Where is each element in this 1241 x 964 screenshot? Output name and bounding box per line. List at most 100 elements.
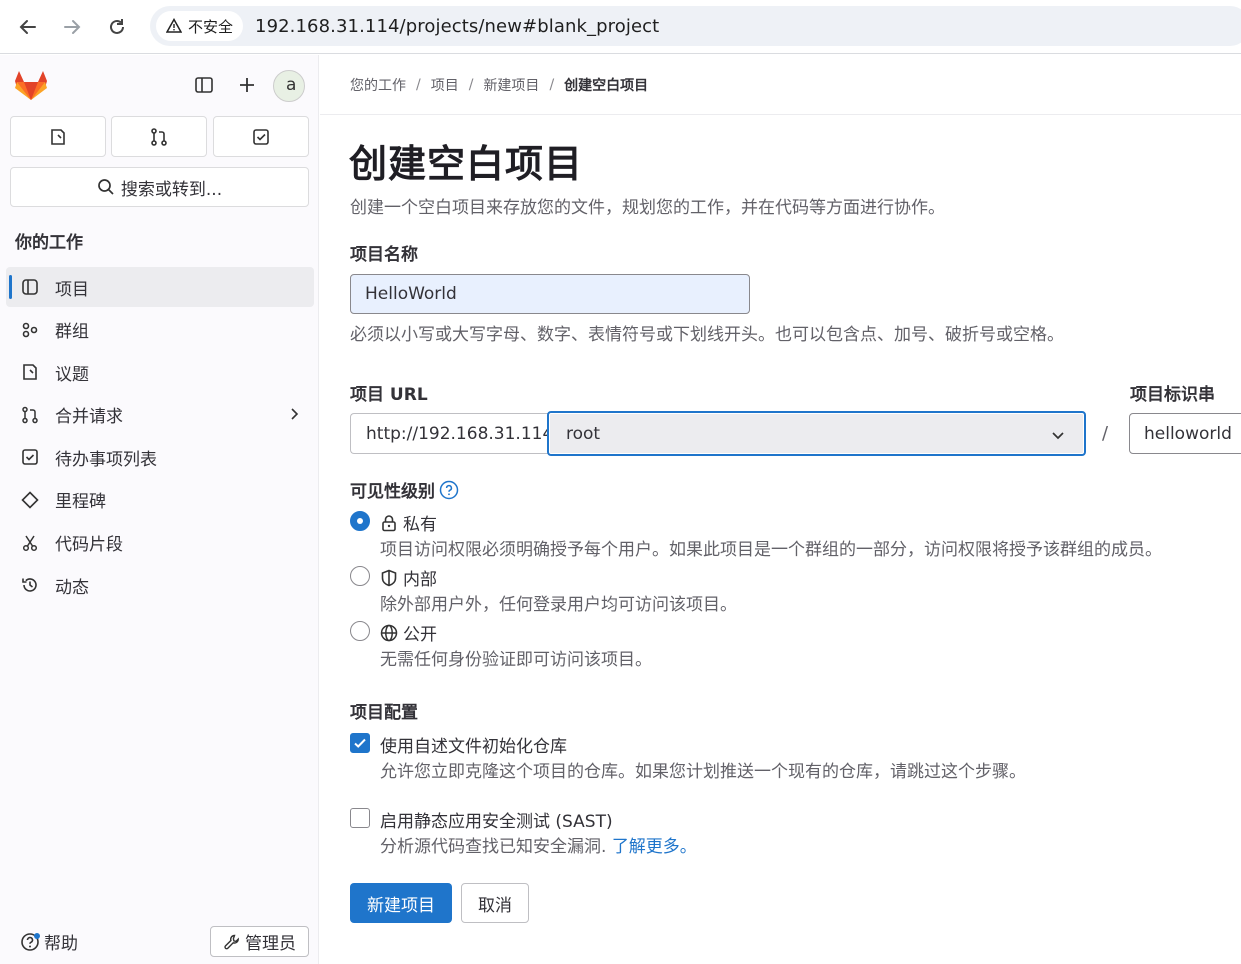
browser-toolbar: 不安全 192.168.31.114/projects/new#blank_pr… — [0, 0, 1241, 54]
sidebar-item-label: 项目 — [55, 279, 89, 300]
search-button[interactable]: 搜索或转到... — [10, 167, 309, 207]
todo-icon — [253, 128, 269, 145]
visibility-public-label[interactable]: 公开 — [380, 620, 437, 645]
security-label: 不安全 — [188, 17, 234, 36]
reload-icon — [110, 19, 124, 34]
sidebar-item-milestones[interactable]: 里程碑 — [6, 480, 314, 520]
wrench-icon — [224, 934, 239, 949]
merge-request-icon — [20, 405, 40, 425]
new-item-button[interactable] — [232, 70, 262, 100]
project-icon — [20, 277, 40, 297]
issues-icon — [51, 128, 65, 145]
sidebar-item-todos[interactable]: 待办事项列表 — [6, 437, 314, 477]
help-button[interactable]: 帮助 — [20, 929, 78, 954]
shield-icon — [381, 569, 397, 586]
project-name-input[interactable]: HelloWorld — [350, 274, 750, 314]
project-slug-input[interactable]: helloworld — [1129, 413, 1241, 454]
search-label: 搜索或转到... — [120, 179, 223, 200]
visibility-label: 可见性级别 — [350, 482, 435, 502]
warning-icon — [166, 18, 182, 33]
cancel-button[interactable]: 取消 — [461, 883, 529, 923]
arrow-right-icon — [64, 20, 81, 34]
create-project-button[interactable]: 新建项目 — [350, 883, 452, 923]
todo-quick-button[interactable] — [213, 116, 309, 157]
checkmark-icon — [354, 738, 366, 748]
sidebar-item-label: 动态 — [55, 577, 89, 598]
breadcrumb-separator: / — [416, 76, 421, 93]
help-icon — [21, 932, 40, 951]
section-title: 你的工作 — [15, 233, 83, 253]
breadcrumb-separator: / — [549, 76, 555, 93]
help-label: 帮助 — [44, 934, 78, 954]
project-config-label: 项目配置 — [350, 703, 418, 723]
sidebar-item-activity[interactable]: 动态 — [6, 565, 314, 605]
sast-label[interactable]: 启用静态应用安全测试 (SAST) — [380, 807, 613, 832]
page-description: 创建一个空白项目来存放您的文件，规划您的工作，并在代码等方面进行协作。 — [350, 198, 945, 218]
learn-more-link[interactable]: 了解更多。 — [612, 837, 697, 857]
readme-label[interactable]: 使用自述文件初始化仓库 — [380, 732, 567, 757]
search-icon — [98, 179, 114, 195]
sidebar-item-merge-requests[interactable]: 合并请求 — [6, 395, 314, 435]
sidebar-item-label: 群组 — [55, 322, 89, 343]
sidebar: a 搜索或转到... 你的工作 项目 群组 议题 合并请求 待办事项列表 里程碑… — [0, 55, 319, 964]
breadcrumb-item-new-project[interactable]: 新建项目 — [483, 75, 539, 95]
forward-button[interactable] — [56, 11, 88, 43]
sidebar-item-projects[interactable]: 项目 — [6, 267, 314, 307]
sidebar-item-issues[interactable]: 议题 — [6, 352, 314, 392]
issues-icon — [20, 362, 40, 382]
project-name-help: 必须以小写或大写字母、数字、表情符号或下划线开头。也可以包含点、加号、破折号或空… — [350, 325, 1064, 345]
admin-button[interactable]: 管理员 — [210, 926, 309, 957]
address-bar[interactable]: 不安全 192.168.31.114/projects/new#blank_pr… — [150, 6, 1241, 46]
sidebar-toggle-button[interactable] — [189, 70, 219, 100]
visibility-label-row: 可见性级别 — [350, 477, 459, 502]
merge-request-icon — [151, 127, 167, 146]
back-button[interactable] — [12, 11, 44, 43]
sast-desc-row: 分析源代码查找已知安全漏洞. 了解更多。 — [380, 832, 697, 857]
merge-requests-quick-button[interactable] — [111, 116, 207, 157]
project-slug-label: 项目标识串 — [1130, 385, 1215, 405]
help-circle-icon[interactable] — [439, 480, 459, 500]
sast-checkbox[interactable] — [350, 808, 370, 828]
security-chip[interactable]: 不安全 — [156, 11, 244, 41]
project-url-label: 项目 URL — [350, 385, 428, 405]
readme-checkbox[interactable] — [350, 733, 370, 753]
reload-button[interactable] — [101, 11, 133, 43]
gitlab-logo[interactable] — [14, 69, 48, 101]
visibility-option-label: 内部 — [403, 570, 437, 590]
breadcrumb-separator: / — [468, 76, 474, 93]
breadcrumb-item-your-work[interactable]: 您的工作 — [350, 75, 406, 95]
sidebar-item-label: 待办事项列表 — [55, 449, 157, 470]
sidebar-item-snippets[interactable]: 代码片段 — [6, 523, 314, 563]
visibility-option-label: 私有 — [403, 515, 437, 535]
sidebar-item-label: 合并请求 — [55, 407, 123, 428]
url-separator: / — [1102, 423, 1109, 444]
namespace-select[interactable]: root — [547, 411, 1086, 456]
visibility-public-desc: 无需任何身份验证即可访问该项目。 — [380, 650, 652, 670]
visibility-internal-label[interactable]: 内部 — [380, 565, 437, 590]
visibility-internal-desc: 除外部用户外，任何登录用户均可访问该项目。 — [380, 595, 737, 615]
visibility-internal-radio[interactable] — [350, 566, 370, 586]
issues-quick-button[interactable] — [10, 116, 106, 157]
sidebar-item-label: 议题 — [55, 364, 89, 385]
history-icon — [20, 575, 40, 595]
sidebar-item-label: 代码片段 — [55, 535, 123, 556]
visibility-option-label: 公开 — [403, 625, 437, 645]
visibility-public-radio[interactable] — [350, 621, 370, 641]
avatar[interactable]: a — [273, 70, 305, 102]
todo-icon — [20, 447, 40, 467]
nav-list: 项目 群组 议题 合并请求 待办事项列表 里程碑 代码片段 动态 — [6, 267, 314, 608]
sidebar-item-groups[interactable]: 群组 — [6, 310, 314, 350]
project-name-label: 项目名称 — [350, 245, 418, 265]
sast-desc: 分析源代码查找已知安全漏洞. — [380, 837, 607, 857]
sidebar-icon — [195, 77, 213, 93]
namespace-value: root — [566, 423, 601, 444]
breadcrumb-item-current[interactable]: 创建空白项目 — [564, 75, 648, 95]
url-prefix: http://192.168.31.114/ — [350, 413, 559, 454]
chevron-right-icon — [286, 406, 302, 422]
visibility-private-label[interactable]: 私有 — [380, 510, 437, 535]
visibility-private-radio[interactable] — [350, 511, 370, 531]
page-title: 创建空白项目 — [349, 142, 584, 186]
chevron-down-icon — [1050, 427, 1066, 443]
breadcrumb: 您的工作 / 项目 / 新建项目 / 创建空白项目 — [320, 55, 1241, 115]
breadcrumb-item-projects[interactable]: 项目 — [431, 75, 459, 95]
